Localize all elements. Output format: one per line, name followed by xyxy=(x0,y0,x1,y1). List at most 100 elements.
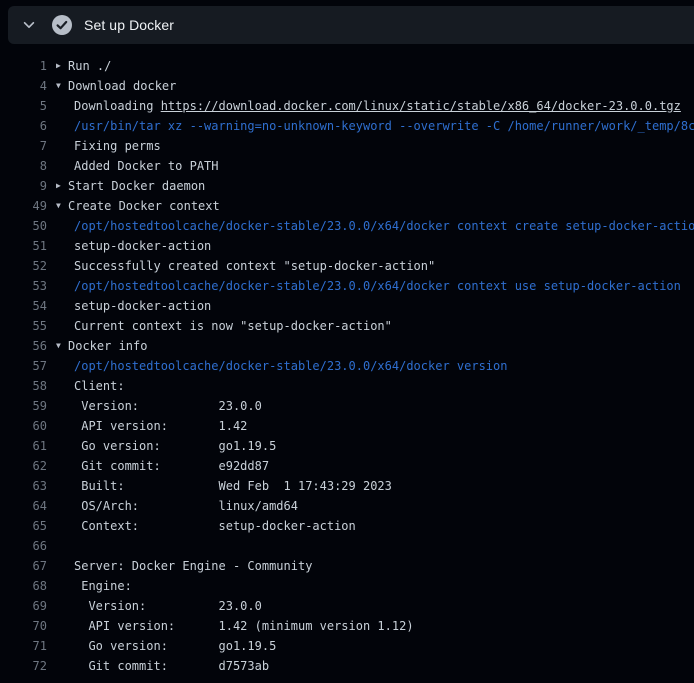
log-text: Downloading https://download.docker.com/… xyxy=(74,96,681,116)
chevron-expanded-icon[interactable]: ▼ xyxy=(56,336,68,356)
log-line: 58 Client: xyxy=(0,376,694,396)
chevron-collapsed-icon[interactable]: ▶ xyxy=(56,56,68,76)
log-line: 62 Git commit: e92dd87 xyxy=(0,456,694,476)
step-title: Set up Docker xyxy=(84,17,174,33)
line-number[interactable]: 61 xyxy=(0,436,47,456)
line-number[interactable]: 57 xyxy=(0,356,47,376)
line-number[interactable]: 70 xyxy=(0,616,47,636)
line-number[interactable]: 65 xyxy=(0,516,47,536)
line-number[interactable]: 67 xyxy=(0,556,47,576)
log-line: 71 Go version: go1.19.5 xyxy=(0,636,694,656)
log-group-row[interactable]: 56▼Docker info xyxy=(0,336,694,356)
line-number[interactable]: 56 xyxy=(0,336,47,356)
log-text: /opt/hostedtoolcache/docker-stable/23.0.… xyxy=(74,356,507,376)
log-line: 68 Engine: xyxy=(0,576,694,596)
log-line: 54 setup-docker-action xyxy=(0,296,694,316)
log-line: 65 Context: setup-docker-action xyxy=(0,516,694,536)
log-text: /opt/hostedtoolcache/docker-stable/23.0.… xyxy=(74,216,694,236)
log-line: 61 Go version: go1.19.5 xyxy=(0,436,694,456)
line-number[interactable]: 64 xyxy=(0,496,47,516)
log-text: setup-docker-action xyxy=(74,296,211,316)
line-number[interactable]: 5 xyxy=(0,96,47,116)
line-number[interactable]: 72 xyxy=(0,656,47,676)
line-number[interactable]: 9 xyxy=(0,176,47,196)
log-line: 50/opt/hostedtoolcache/docker-stable/23.… xyxy=(0,216,694,236)
log-line: 51 setup-docker-action xyxy=(0,236,694,256)
log-text: /opt/hostedtoolcache/docker-stable/23.0.… xyxy=(74,276,681,296)
line-number[interactable]: 53 xyxy=(0,276,47,296)
line-number[interactable]: 8 xyxy=(0,156,47,176)
log-lines: 1▶Run ./4▼Download docker5Downloading ht… xyxy=(0,44,694,676)
log-line: 69 Version: 23.0.0 xyxy=(0,596,694,616)
log-line: 70 API version: 1.42 (minimum version 1.… xyxy=(0,616,694,636)
log-text: Successfully created context "setup-dock… xyxy=(74,256,435,276)
log-line: 5 Downloading https://download.docker.com… xyxy=(0,96,694,116)
line-number[interactable]: 49 xyxy=(0,196,47,216)
log-line: 66 xyxy=(0,536,694,556)
check-circle-icon xyxy=(52,15,72,35)
log-group-row[interactable]: 49 ▼Create Docker context xyxy=(0,196,694,216)
line-number[interactable]: 55 xyxy=(0,316,47,336)
chevron-expanded-icon[interactable]: ▼ xyxy=(56,76,68,96)
line-number[interactable]: 54 xyxy=(0,296,47,316)
log-line: 72 Git commit: d7573ab xyxy=(0,656,694,676)
log-group-row[interactable]: 4▼Download docker xyxy=(0,76,694,96)
chevron-expanded-icon[interactable]: ▼ xyxy=(56,196,68,216)
log-line: 6/usr/bin/tar xz --warning=no-unknown-ke… xyxy=(0,116,694,136)
log-text: Go version: go1.19.5 xyxy=(74,436,276,456)
log-text: setup-docker-action xyxy=(74,236,211,256)
log-text: Context: setup-docker-action xyxy=(74,516,356,536)
log-text: Git commit: e92dd87 xyxy=(74,456,269,476)
line-number[interactable]: 6 xyxy=(0,116,47,136)
log-text: OS/Arch: linux/amd64 xyxy=(74,496,298,516)
group-title: Create Docker context xyxy=(68,196,220,216)
log-text: Version: 23.0.0 xyxy=(74,396,262,416)
log-line: 55 Current context is now "setup-docker-a… xyxy=(0,316,694,336)
log-text: Server: Docker Engine - Community xyxy=(74,556,312,576)
log-line: 8 Added Docker to PATH xyxy=(0,156,694,176)
log-line: 57/opt/hostedtoolcache/docker-stable/23.… xyxy=(0,356,694,376)
log-group-row[interactable]: 1 ▶Run ./ xyxy=(0,56,694,76)
log-text: API version: 1.42 (minimum version 1.12) xyxy=(74,616,414,636)
log-url-link[interactable]: https://download.docker.com/linux/static… xyxy=(161,99,681,113)
log-line: 63 Built: Wed Feb 1 17:43:29 2023 xyxy=(0,476,694,496)
log-text: Git commit: d7573ab xyxy=(74,656,269,676)
log-text: Go version: go1.19.5 xyxy=(74,636,276,656)
line-number[interactable]: 50 xyxy=(0,216,47,236)
log-text: Added Docker to PATH xyxy=(74,156,219,176)
group-title: Start Docker daemon xyxy=(68,176,205,196)
log-text: Version: 23.0.0 xyxy=(74,596,262,616)
line-number[interactable]: 7 xyxy=(0,136,47,156)
log-text: /usr/bin/tar xz --warning=no-unknown-key… xyxy=(74,116,694,136)
log-line: 60 API version: 1.42 xyxy=(0,416,694,436)
chevron-down-icon[interactable] xyxy=(22,18,36,32)
group-title: Run ./ xyxy=(68,56,111,76)
line-number[interactable]: 4 xyxy=(0,76,47,96)
line-number[interactable]: 60 xyxy=(0,416,47,436)
line-number[interactable]: 63 xyxy=(0,476,47,496)
log-group-row[interactable]: 9 ▶Start Docker daemon xyxy=(0,176,694,196)
line-number[interactable]: 58 xyxy=(0,376,47,396)
line-number[interactable]: 52 xyxy=(0,256,47,276)
line-number[interactable]: 1 xyxy=(0,56,47,76)
log-text: Current context is now "setup-docker-act… xyxy=(74,316,392,336)
log-text: Client: xyxy=(74,376,125,396)
line-number[interactable]: 68 xyxy=(0,576,47,596)
line-number[interactable]: 71 xyxy=(0,636,47,656)
line-number[interactable]: 66 xyxy=(0,536,47,556)
log-text: Engine: xyxy=(74,576,132,596)
line-number[interactable]: 51 xyxy=(0,236,47,256)
log-line: 67 Server: Docker Engine - Community xyxy=(0,556,694,576)
chevron-collapsed-icon[interactable]: ▶ xyxy=(56,176,68,196)
line-number[interactable]: 59 xyxy=(0,396,47,416)
log-text: Fixing perms xyxy=(74,136,161,156)
log-line: 7 Fixing perms xyxy=(0,136,694,156)
log-line: 53/opt/hostedtoolcache/docker-stable/23.… xyxy=(0,276,694,296)
log-line: 59 Version: 23.0.0 xyxy=(0,396,694,416)
log-text: Built: Wed Feb 1 17:43:29 2023 xyxy=(74,476,392,496)
log-text: API version: 1.42 xyxy=(74,416,247,436)
line-number[interactable]: 69 xyxy=(0,596,47,616)
log-line: 64 OS/Arch: linux/amd64 xyxy=(0,496,694,516)
step-header[interactable]: Set up Docker xyxy=(8,6,694,44)
line-number[interactable]: 62 xyxy=(0,456,47,476)
